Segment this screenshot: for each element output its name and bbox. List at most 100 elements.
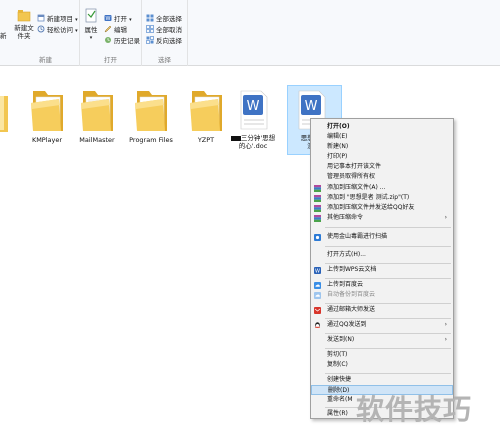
menu-item-cut[interactable]: 剪切(T) [311, 350, 453, 360]
menu-item-label: 用记事本打开该文件 [327, 163, 382, 170]
menu-item-archive-send-qq[interactable]: 添加到压缩文件并发送给QQ好友 [311, 203, 453, 213]
svg-text:W: W [304, 99, 317, 114]
history-icon [105, 37, 111, 43]
chevron-down-icon: ▾ [75, 28, 78, 34]
doc-item-1[interactable]: W 三分钟'思想 的心'.doc [222, 87, 284, 150]
invert-selection-icon [146, 36, 154, 44]
baidu-cloud-icon [314, 292, 321, 299]
easy-access-button[interactable]: 轻松访问 ▾ [37, 25, 78, 35]
menu-item-label: 上传到百度云 [327, 281, 364, 288]
invert-selection-button[interactable]: 反向选择 [146, 36, 182, 45]
menu-item-open[interactable]: 打开(O) [311, 122, 453, 132]
menu-item-auto-backup-baidu: 自动备份到百度云 [311, 290, 453, 300]
menu-item-create-shortcut[interactable]: 创建快捷 [311, 375, 453, 385]
folder-item-program-files[interactable]: Program Files [120, 87, 182, 144]
properties-button[interactable]: 属性 ▾ [82, 8, 100, 42]
new-folder-icon [17, 10, 31, 22]
menu-item-other-archive[interactable]: 其他压缩命令 › [311, 213, 453, 223]
menu-separator [325, 303, 451, 304]
menu-item-label: 打开方式(H)... [327, 251, 366, 258]
menu-separator [325, 227, 451, 228]
select-none-button[interactable]: 全部取消 [146, 25, 182, 34]
chevron-right-icon: › [444, 321, 447, 328]
menu-item-label: 编辑(E) [327, 133, 348, 140]
properties-icon [85, 8, 97, 23]
menu-item-duba-scan[interactable]: 使用金山毒霸进行扫描 [311, 232, 453, 242]
menu-separator [325, 373, 451, 374]
ribbon-partial-group: 新 [0, 0, 12, 66]
archive-icon [314, 205, 321, 212]
menu-item-send-mailmaster[interactable]: 通过邮箱大师发送 [311, 305, 453, 315]
menu-separator [325, 333, 451, 334]
chevron-right-icon: › [444, 336, 447, 343]
context-menu: 打开(O) 编辑(E) 新建(N) 打印(P) 用记事本打开该文件 管理员取得所… [310, 118, 454, 419]
file-name: MailMaster [79, 136, 115, 144]
mailmaster-icon [314, 307, 321, 314]
ribbon-group-select: 全部选择 全部取消 反向选择 选择 [142, 0, 188, 66]
menu-item-label: 发送到(N) [327, 336, 355, 343]
group-label-open: 打开 [104, 56, 117, 64]
chevron-down-icon: ▾ [75, 17, 78, 23]
edit-button[interactable]: 编辑 [104, 25, 127, 34]
properties-label: 属性 [84, 26, 98, 34]
menu-item-add-zip[interactable]: 添加到 "思想是者 测试.zip"(T) [311, 193, 453, 203]
menu-item-label: 添加到压缩文件(A) ... [327, 184, 386, 191]
menu-separator [325, 318, 451, 319]
folder-icon [81, 91, 113, 131]
menu-item-label: 其他压缩命令 [327, 214, 364, 221]
file-name-line1: 三分钟'思想 [240, 134, 276, 142]
menu-item-copy[interactable]: 复制(C) [311, 360, 453, 370]
menu-item-open-notepad[interactable]: 用记事本打开该文件 [311, 162, 453, 172]
select-none-icon [146, 25, 154, 33]
history-button[interactable]: 历史记录 [104, 36, 140, 45]
edit-label: 编辑 [114, 26, 127, 34]
svg-text:W: W [247, 99, 260, 114]
chevron-right-icon: › [444, 214, 447, 221]
menu-item-add-archive[interactable]: 添加到压缩文件(A) ... [311, 183, 453, 193]
menu-item-label: 创建快捷 [327, 376, 352, 383]
menu-item-label: 重命名(M [327, 396, 353, 403]
wps-doc-icon: W [240, 90, 268, 130]
open-button[interactable]: W 打开 ▾ [104, 14, 132, 24]
redaction-mark [230, 135, 241, 141]
menu-item-upload-wps[interactable]: W 上传到WPS云文档 [311, 265, 453, 275]
new-item-icon [37, 14, 45, 22]
folder-icon [135, 91, 167, 131]
folder-item-mailmaster[interactable]: MailMaster [66, 87, 128, 144]
partial-folder-icon[interactable] [0, 90, 10, 134]
invert-selection-label: 反向选择 [156, 37, 182, 45]
menu-separator [325, 278, 451, 279]
wps-cloud-icon: W [314, 267, 321, 274]
chevron-down-icon: ▾ [89, 35, 93, 41]
select-all-button[interactable]: 全部选择 [146, 14, 182, 23]
folder-icon [31, 91, 63, 131]
menu-item-label: 添加到压缩文件并发送给QQ好友 [327, 204, 415, 211]
svg-text:W: W [106, 16, 111, 22]
menu-item-take-ownership[interactable]: 管理员取得所有权 [311, 172, 453, 182]
menu-item-label: 新建(N) [327, 143, 349, 150]
menu-item-upload-baidu[interactable]: 上传到百度云 [311, 280, 453, 290]
edit-icon [104, 25, 112, 33]
new-folder-button[interactable]: 新建文件夹 [13, 8, 35, 40]
menu-item-send-qq[interactable]: 通过QQ发送到 › [311, 320, 453, 330]
new-item-button[interactable]: 新建项目 ▾ [37, 14, 78, 24]
menu-item-label: 打开(O) [327, 123, 350, 130]
ribbon-group-open: 属性 ▾ W 打开 ▾ 编辑 历史记录 打开 [80, 0, 142, 66]
select-none-label: 全部取消 [156, 26, 182, 34]
ribbon-group-new: 新建文件夹 新建项目 ▾ 轻松访问 ▾ 新建 [12, 0, 80, 66]
watermark-text: 软件技巧 [356, 393, 473, 426]
new-item-label: 新建项目 [47, 15, 73, 23]
file-name: Program Files [129, 136, 173, 144]
new-folder-label: 新建文件夹 [14, 24, 34, 40]
menu-item-new[interactable]: 新建(N) [311, 142, 453, 152]
archive-icon [314, 185, 321, 192]
menu-item-open-with[interactable]: 打开方式(H)... [311, 250, 453, 260]
antivirus-icon [314, 234, 321, 241]
menu-item-print[interactable]: 打印(P) [311, 152, 453, 162]
easy-access-label: 轻松访问 [47, 26, 73, 34]
menu-item-send-to[interactable]: 发送到(N) › [311, 335, 453, 345]
menu-item-edit[interactable]: 编辑(E) [311, 132, 453, 142]
select-all-label: 全部选择 [156, 15, 182, 23]
partial-button[interactable]: 新 [0, 32, 7, 40]
explorer-window: { "ribbon": { "new_group": { "label": "新… [0, 0, 500, 446]
